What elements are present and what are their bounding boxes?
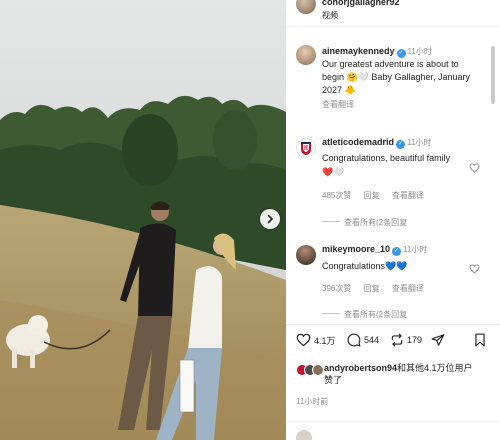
see-translation-link[interactable]: 查看翻译 <box>392 191 424 200</box>
footer-divider <box>286 421 500 422</box>
heart-icon <box>469 163 480 173</box>
liker-avatar[interactable] <box>312 364 324 376</box>
comment-like-button[interactable] <box>469 160 480 178</box>
reply-link[interactable]: 回复 <box>364 284 380 293</box>
liked-by-suffix: 赞了 <box>324 375 343 385</box>
repost-button[interactable]: 179 <box>390 333 422 347</box>
like-button[interactable]: 4.1万 <box>296 333 336 347</box>
comment-username[interactable]: ainemaykennedy <box>322 46 395 56</box>
comment-time: 11小时 <box>407 47 432 56</box>
comment-button[interactable]: 544 <box>347 333 379 347</box>
post-author-name[interactable]: conorjgallagher92 <box>322 0 400 7</box>
liked-by-rest: 和其他4.1万位用户 <box>397 363 473 373</box>
comment-text-line: 2027 🐥 <box>322 85 356 95</box>
post-author-subtitle: 视频 <box>322 11 338 20</box>
comment-text-line: Congratulations, beautiful family <box>322 153 451 163</box>
photo-scene <box>0 0 286 440</box>
commenter-avatar[interactable] <box>296 138 316 158</box>
heart-icon <box>469 264 480 274</box>
heart-icon <box>296 333 311 347</box>
commenter-avatar[interactable] <box>296 245 316 265</box>
comment-item: ainemaykennedy ✓ 11小时 Our greatest adventu… <box>286 45 486 125</box>
comment-item: mikeymoore_10 ✓ 11小时 Congratulations💙💙 396… <box>286 243 486 321</box>
view-replies-text: 查看所有(2条回复 <box>344 218 408 227</box>
comment-count: 544 <box>364 335 380 345</box>
comment-time: 11小时 <box>403 245 428 254</box>
header-divider <box>286 26 500 27</box>
liked-by-user[interactable]: andyrobertson94 <box>324 363 397 373</box>
comments-scrollbar[interactable] <box>491 46 495 104</box>
replies-divider <box>322 313 340 314</box>
comment-text-line: ❤️🤍 <box>322 167 345 177</box>
bookmark-icon <box>475 333 485 347</box>
reply-link[interactable]: 回复 <box>364 191 380 200</box>
comment-like-count: 396次赞 <box>322 284 352 293</box>
view-replies-link[interactable]: 查看所有(2条回复 <box>322 309 407 320</box>
send-icon <box>431 334 445 346</box>
actions-divider <box>286 324 500 325</box>
post-panel: conorjgallagher92 视频 ainemaykennedy ✓ 11小时… <box>286 0 500 440</box>
comment-like-button[interactable] <box>469 261 480 279</box>
carousel-next-button[interactable] <box>260 209 280 229</box>
comment-text-line: Our greatest adventure is about to <box>322 59 459 69</box>
view-replies-link[interactable]: 查看所有(2条回复 <box>322 217 407 228</box>
comment-text-line: Congratulations💙💙 <box>322 261 408 271</box>
comment-text-line: begin 🤗🤍 Baby Gallagher, January <box>322 72 470 82</box>
comment-time: 11小时 <box>407 138 432 147</box>
replies-divider <box>322 221 340 222</box>
post-photo <box>0 0 286 440</box>
action-bar: 4.1万 544 179 <box>286 333 500 353</box>
atletico-crest-icon <box>301 142 311 155</box>
author-avatar[interactable] <box>296 0 316 14</box>
save-button[interactable] <box>474 333 486 347</box>
verified-badge-icon: ✓ <box>396 140 406 149</box>
view-replies-text: 查看所有(2条回复 <box>344 310 408 319</box>
commenter-avatar[interactable] <box>296 45 316 65</box>
comment-icon <box>347 333 361 347</box>
share-button[interactable] <box>431 333 445 347</box>
comment-like-count: 485次赞 <box>322 191 352 200</box>
comment-username[interactable]: atleticodemadrid <box>322 137 394 147</box>
comment-item: atleticodemadrid ✓ 11小时 Congratulations, b… <box>286 136 486 236</box>
comment-username[interactable]: mikeymoore_10 <box>322 244 390 254</box>
current-user-avatar <box>296 430 312 440</box>
repost-count: 179 <box>407 335 423 345</box>
see-translation-link[interactable]: 查看翻译 <box>392 284 424 293</box>
verified-badge-icon: ✓ <box>392 247 402 256</box>
liked-by-text[interactable]: andyrobertson94和其他4.1万位用户 赞了 <box>324 362 494 386</box>
like-count: 4.1万 <box>314 335 336 346</box>
post-timestamp: 11小时前 <box>296 397 329 406</box>
repost-icon <box>391 333 403 347</box>
chevron-right-icon <box>267 214 274 224</box>
see-translation-link[interactable]: 查看翻译 <box>322 100 354 109</box>
verified-badge-icon: ✓ <box>396 49 406 58</box>
